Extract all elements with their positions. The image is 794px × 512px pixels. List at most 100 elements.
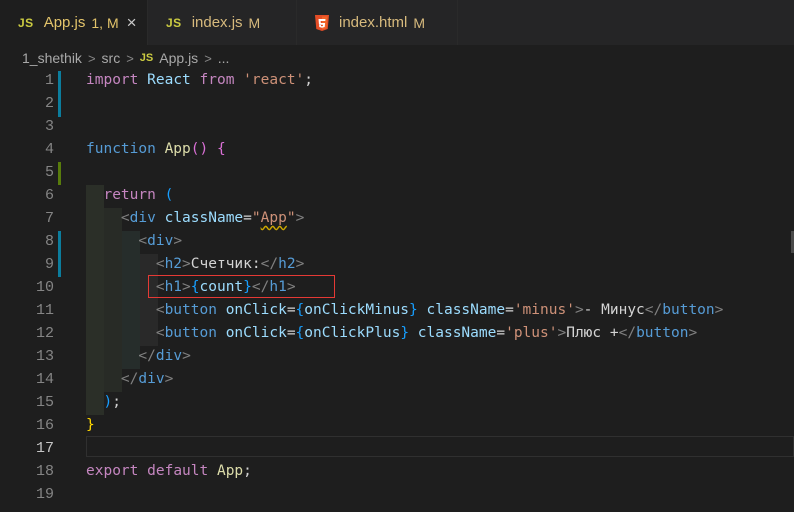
jsx-tag: button (164, 302, 217, 318)
close-icon[interactable]: × (127, 13, 137, 33)
tab-label: App.js (43, 14, 86, 31)
variable: count (199, 279, 244, 295)
punctuation: </ (260, 256, 279, 272)
jsx-text: - Минус (583, 302, 645, 318)
punctuation: = (286, 325, 296, 341)
punctuation: < (155, 279, 165, 295)
code-line-15[interactable]: ); (86, 391, 121, 414)
code-line-1[interactable]: import React from 'react'; (86, 69, 313, 92)
punctuation: > (295, 256, 305, 272)
tab-label: index.html (339, 14, 408, 31)
punctuation: () (190, 141, 209, 157)
line-number: 16 (35, 417, 54, 434)
tab-app-js[interactable]: JS App.js 1, M × (0, 0, 147, 45)
code-line-6[interactable]: return ( (86, 184, 173, 207)
jsx-tag: div (129, 210, 156, 226)
punctuation: = (505, 302, 514, 318)
punctuation: ; (304, 72, 314, 88)
string-literal: 'react' (243, 72, 305, 88)
breadcrumb: 1_shethik > src > JS App.js > ... (0, 45, 794, 71)
code-line-12[interactable]: <button onClick={onClickPlus} className=… (86, 322, 697, 345)
jsx-attribute: className (164, 210, 244, 226)
punctuation: > (182, 279, 191, 295)
line-number: 9 (44, 256, 54, 273)
breadcrumb-more[interactable]: ... (218, 50, 230, 66)
punctuation: > (574, 302, 584, 318)
code-line-18[interactable]: export default App; (86, 460, 252, 483)
punctuation: } (243, 279, 252, 295)
code-line-11[interactable]: <button onClick={onClickMinus} className… (86, 299, 724, 322)
line-number: 18 (35, 463, 54, 480)
string-literal: 'minus' (513, 302, 575, 318)
string-literal: App (260, 210, 287, 226)
added-line-indicator[interactable] (58, 162, 61, 185)
jsx-tag: button (662, 302, 715, 318)
punctuation: { (295, 325, 305, 341)
variable: onClickPlus (304, 325, 401, 341)
punctuation: > (182, 348, 191, 364)
code-line-4[interactable]: function App() { (86, 138, 226, 161)
line-number: 4 (44, 141, 54, 158)
variable: onClickMinus (304, 302, 410, 318)
tab-status: M (248, 14, 261, 31)
line-number: 5 (44, 164, 54, 181)
breadcrumb-folder[interactable]: 1_shethik (22, 50, 82, 66)
punctuation: > (557, 325, 567, 341)
javascript-file-icon: JS (18, 15, 34, 30)
jsx-tag: h1 (164, 279, 183, 295)
punctuation: > (164, 371, 174, 387)
line-number: 6 (44, 187, 54, 204)
line-number: 3 (44, 118, 54, 135)
punctuation: > (286, 279, 296, 295)
punctuation: > (295, 210, 305, 226)
keyword: return (103, 187, 156, 203)
keyword: export (86, 463, 139, 479)
jsx-attribute: className (417, 325, 497, 341)
code-line-10[interactable]: <h1>{count}</h1> (86, 276, 296, 299)
punctuation: = (286, 302, 296, 318)
jsx-attribute: onClick (225, 302, 287, 318)
punctuation: { (295, 302, 305, 318)
chevron-right-icon: > (204, 50, 212, 66)
punctuation: } (86, 417, 95, 433)
line-number: 2 (44, 95, 54, 112)
modified-line-indicator[interactable] (58, 71, 61, 117)
jsx-tag: h2 (164, 256, 183, 272)
modified-line-indicator[interactable] (58, 231, 61, 277)
jsx-text: Плюс + (566, 325, 619, 341)
jsx-tag: button (636, 325, 689, 341)
code-line-16[interactable]: } (86, 414, 95, 437)
punctuation: { (190, 279, 200, 295)
jsx-attribute: onClick (225, 325, 287, 341)
tab-status: 1, M (91, 14, 119, 31)
code-editor[interactable]: 1 2 3 4 5 6 7 8 9 10 11 12 13 14 15 16 1… (0, 69, 794, 512)
current-line-highlight (86, 436, 794, 457)
code-line-9[interactable]: <h2>Счетчик:</h2> (86, 253, 304, 276)
code-line-13[interactable]: </div> (86, 345, 191, 368)
punctuation: </ (138, 348, 156, 364)
breadcrumb-file[interactable]: App.js (159, 50, 198, 66)
punctuation: " (251, 210, 261, 226)
punctuation: " (286, 210, 296, 226)
punctuation: < (138, 233, 148, 249)
punctuation: ) (103, 394, 113, 410)
tab-index-html[interactable]: index.html M (297, 0, 457, 45)
jsx-tag: button (164, 325, 217, 341)
tab-index-js[interactable]: JS index.js M (148, 0, 296, 45)
code-line-8[interactable]: <div> (86, 230, 182, 253)
function-name: App (164, 141, 191, 157)
html5-icon (315, 14, 329, 31)
line-number: 7 (44, 210, 54, 227)
tab-label: index.js (191, 14, 243, 31)
javascript-file-icon: JS (166, 15, 182, 30)
code-line-14[interactable]: </div> (86, 368, 173, 391)
punctuation: ; (112, 394, 121, 410)
jsx-text: Счетчик: (190, 256, 261, 272)
tab-divider (457, 0, 458, 45)
breadcrumb-subfolder[interactable]: src (102, 50, 121, 66)
code-line-7[interactable]: <div className="App"> (86, 207, 304, 230)
editor-tab-bar: JS App.js 1, M × JS index.js M index.htm… (0, 0, 794, 45)
tab-status: M (413, 14, 426, 31)
javascript-file-icon: JS (139, 52, 154, 64)
punctuation: < (155, 325, 165, 341)
